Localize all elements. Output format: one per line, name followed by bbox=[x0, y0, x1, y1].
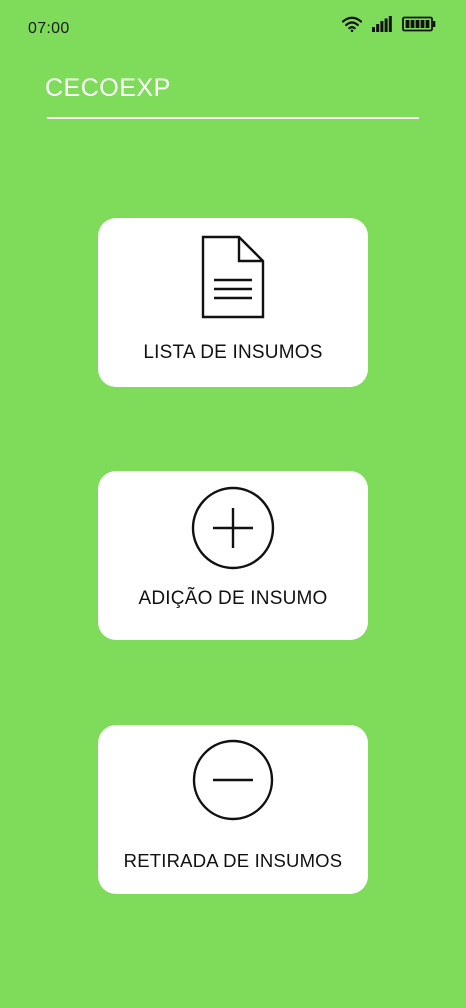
wifi-icon bbox=[342, 16, 362, 32]
adicao-de-insumo-label: ADIÇÃO DE INSUMO bbox=[138, 588, 328, 609]
lista-de-insumos-label: LISTA DE INSUMOS bbox=[143, 342, 323, 363]
status-time: 07:00 bbox=[28, 20, 70, 37]
minus-circle-icon bbox=[192, 739, 274, 821]
app-title: CECOEXP bbox=[45, 74, 171, 102]
battery-icon bbox=[402, 16, 436, 32]
retirada-de-insumos-label: RETIRADA DE INSUMOS bbox=[123, 850, 343, 871]
adicao-de-insumo-button[interactable]: ADIÇÃO DE INSUMO bbox=[98, 471, 368, 640]
status-icons bbox=[342, 16, 436, 32]
signal-icon bbox=[372, 16, 392, 32]
status-bar: 07:00 bbox=[0, 0, 466, 60]
document-icon bbox=[201, 235, 265, 319]
lista-de-insumos-button[interactable]: LISTA DE INSUMOS bbox=[98, 218, 368, 387]
retirada-de-insumos-button[interactable]: RETIRADA DE INSUMOS bbox=[98, 725, 368, 894]
title-divider bbox=[47, 117, 419, 119]
plus-circle-icon bbox=[191, 486, 275, 570]
